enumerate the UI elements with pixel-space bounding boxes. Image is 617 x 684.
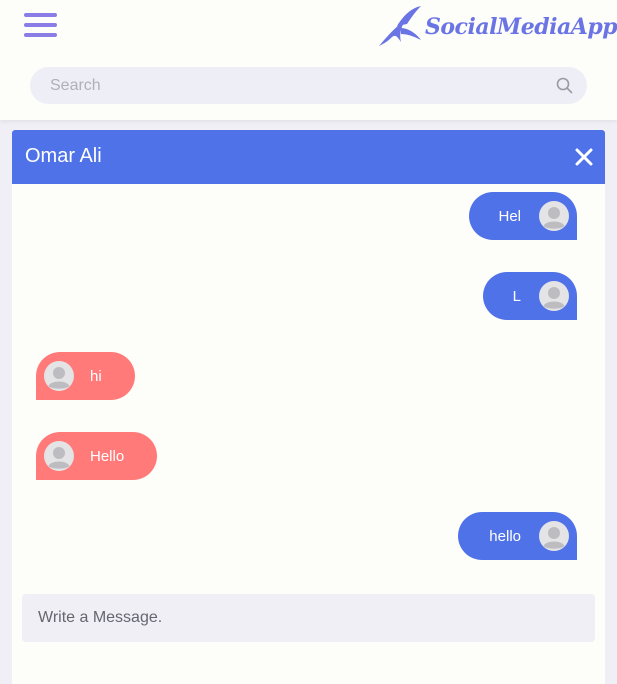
- chat-contact-name: Omar Ali: [25, 145, 102, 167]
- message-sent[interactable]: Hel: [469, 192, 577, 240]
- message-text: Hel: [498, 207, 521, 225]
- message-input[interactable]: [22, 594, 595, 642]
- bird-logo-icon: [379, 6, 421, 46]
- app-logo[interactable]: SocialMediaApp: [377, 4, 617, 50]
- search-bar: [30, 67, 587, 104]
- message-text: Hello: [90, 447, 125, 465]
- message-sent[interactable]: L: [483, 272, 577, 320]
- message-received[interactable]: hi: [36, 352, 135, 400]
- avatar-icon: [539, 521, 569, 551]
- search-icon[interactable]: [556, 77, 573, 94]
- menu-line: [24, 23, 57, 27]
- top-bar: SocialMediaApp: [0, 0, 617, 120]
- chat-window: Omar Ali Hel L hi Hello hello Write a Me…: [12, 130, 605, 684]
- avatar-icon: [44, 361, 74, 391]
- app-logo-text: SocialMediaApp: [425, 14, 617, 40]
- message-received[interactable]: Hello: [36, 432, 157, 480]
- avatar-icon: [539, 281, 569, 311]
- message-text: L: [512, 287, 521, 305]
- message-text: hello: [489, 527, 521, 545]
- search-input[interactable]: [30, 67, 540, 104]
- chat-header: Omar Ali: [12, 130, 605, 184]
- message-compose-box: [22, 594, 595, 642]
- avatar-icon: [539, 201, 569, 231]
- message-sent[interactable]: hello: [458, 512, 577, 560]
- menu-line: [24, 33, 57, 37]
- avatar-icon: [44, 441, 74, 471]
- hamburger-menu-icon[interactable]: [24, 12, 57, 39]
- menu-line: [24, 13, 57, 17]
- close-icon[interactable]: [575, 148, 593, 166]
- message-text: hi: [90, 367, 102, 385]
